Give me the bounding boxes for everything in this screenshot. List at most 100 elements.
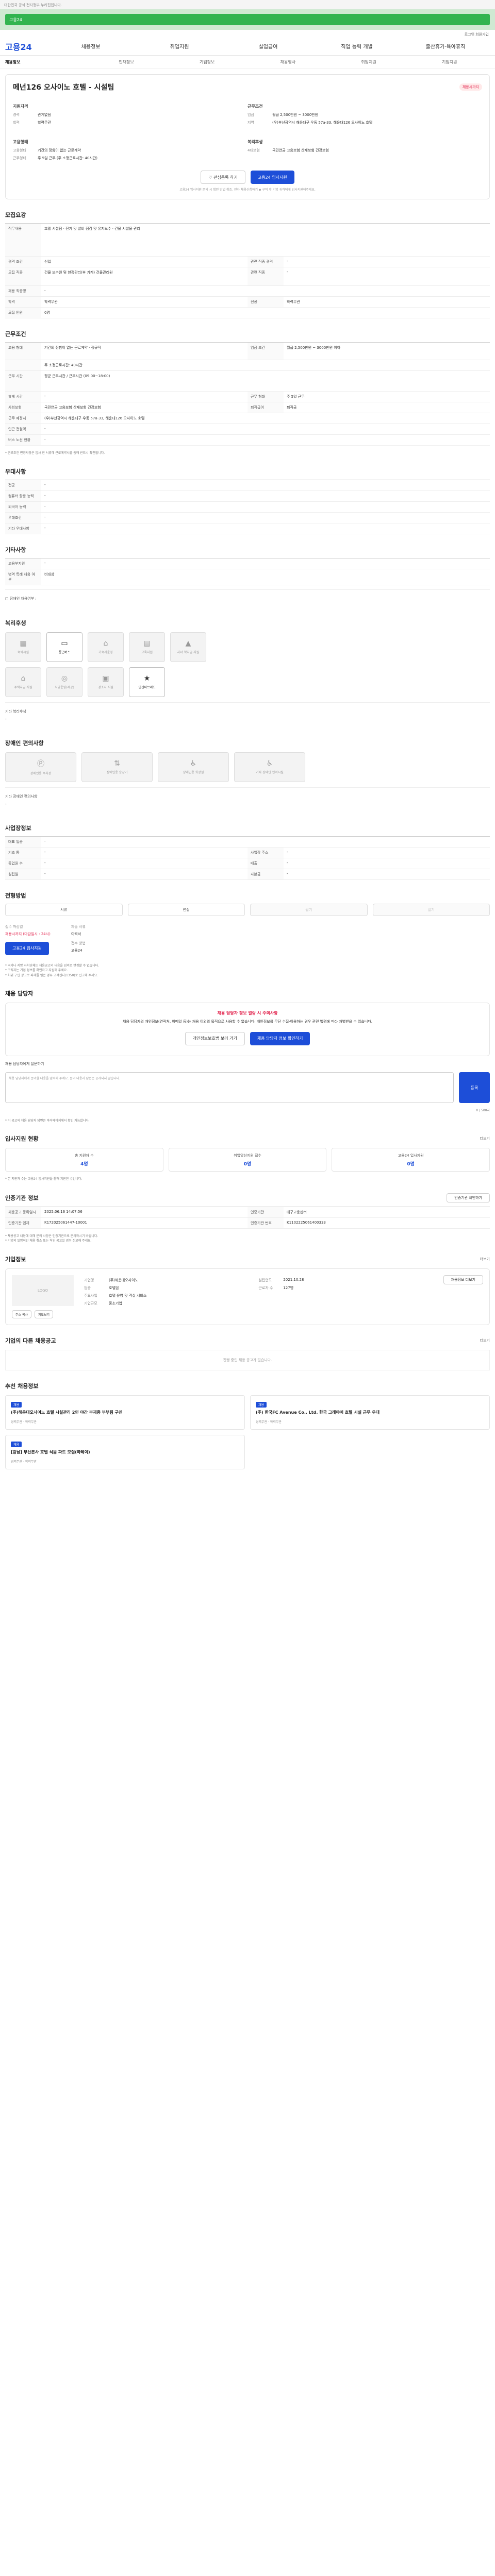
welfare-item: ▣ 경조사 지원 (88, 667, 124, 697)
recommend-tag: 채용 (11, 1442, 22, 1448)
gnb-item-leave[interactable]: 출산휴가·육아휴직 (401, 42, 490, 50)
welfare-label: 인센티브제도 (138, 686, 156, 690)
inquiry-textarea[interactable]: 채용 담당자에게 문의할 내용을 입력해 주세요. 문의 내용과 답변은 공개되… (5, 1072, 454, 1104)
condition-title: 근무조건 (5, 331, 26, 337)
others-empty: 진행 중인 채용 공고가 없습니다. (5, 1350, 490, 1371)
apply-button-2[interactable]: 고용24 입사지원 (5, 941, 49, 955)
condition-foot: * 근로조건 변경사항은 입사 전 서류에 근로계약서를 통해 반드시 확인합니… (5, 451, 105, 455)
table-key: 직무내용 (5, 224, 41, 256)
privacy-law-button[interactable]: 개인정보보호법 보러 가기 (185, 1031, 245, 1045)
table-key: 휴게 시간 (5, 392, 41, 402)
company-value: 호텔 운영 및 객실 서비스 (109, 1294, 147, 1298)
inquiry-submit-button[interactable]: 등록 (459, 1072, 490, 1104)
recommend-card[interactable]: 채용 (주)해운대오사이노 호텔 시설관리 2인 야간 부재중 부부팀 구인 경… (5, 1395, 245, 1430)
recruit-heading: 지원자격 (13, 104, 28, 109)
table-value: 퇴직금 (287, 405, 297, 410)
lnb-item-jobs[interactable]: 채용정보 (5, 59, 86, 65)
table-value: 주 소정근로시간: 40시간 (44, 363, 82, 367)
parking-icon: Ⓟ (37, 760, 44, 769)
method-row: 서류 면접 필기 실기 (5, 903, 490, 916)
apply-button[interactable]: 고용24 입사지원 (250, 171, 294, 184)
disabled-note: 기타 장애인 편의사항 - (5, 787, 490, 812)
status-more-link[interactable]: 더보기 (480, 1136, 490, 1141)
table-key (5, 360, 41, 370)
interest-button[interactable]: ♡ 관심등록 하기 (201, 171, 245, 184)
lnb-item-event[interactable]: 채용행사 (248, 59, 328, 65)
table-key: 기초 통 (5, 847, 41, 858)
disabled-title: 장애인 편의사항 (5, 739, 44, 747)
lnb-item-talent[interactable]: 인재정보 (86, 59, 167, 65)
company-card: LOGO 주소 복사 지도보기 기업명 (주)해운대오사이노 설립연도 2021.10… (5, 1268, 490, 1326)
table-value: - (44, 437, 46, 442)
welfare-label: 경조사 지원 (98, 686, 113, 690)
table-key: 인근 전철역 (5, 424, 41, 434)
company-jobs-button[interactable]: 채용정보 더보기 (443, 1275, 483, 1285)
special-title: 기타사항 (5, 546, 26, 553)
welfare-label: 주택자금 지원 (14, 686, 32, 690)
welfare-item: ★ 인센티브제도 (129, 667, 165, 697)
utility-menu[interactable]: 로그인 회원가입 (0, 30, 495, 37)
workplace-table: 대표 업종 - 기초 통 - 사업장 주소 - 종업원 수 - 매출 - 설립일 - 자본금 - (5, 836, 490, 880)
summary-value: 관계없음 (38, 113, 51, 117)
utility-text[interactable]: 로그인 회원가입 (465, 32, 489, 37)
disabled-note-value: - (5, 802, 7, 806)
global-nav: 고용24 채용정보 취업지원 실업급여 직업 능력 개발 출산휴가·육아휴직 (0, 37, 495, 56)
table-value: 0명 (44, 311, 50, 315)
company-key: 업종 (84, 1286, 91, 1291)
recommend-title: 추천 채용정보 (5, 1383, 39, 1390)
info-header: 인증기관 정보 인증기관 확인하기 (5, 1193, 490, 1202)
disabled-item: ♿ 장애인용 화장실 (158, 752, 229, 782)
table-key: 근무 형태 (248, 392, 284, 402)
status-row: 총 지원자 수 4명 취업알선지원 접수 0명 고용24 입사지원 0명 (5, 1148, 490, 1172)
note-line: * 국가나 지방 자치단체는 채용공고의 내용을 임의로 변경할 수 없습니다. (5, 963, 100, 968)
table-key: 채용 직종명 (5, 286, 41, 296)
company-logo: LOGO (12, 1275, 74, 1307)
top-banner: 고용24 (0, 9, 495, 30)
info-notes: * 채용공고 내용에 대해 문의 사항은 인증기관으로 문의하시기 바랍니다. … (5, 1234, 490, 1244)
summary-key: 경력 (13, 113, 20, 117)
table-value: - (44, 850, 46, 854)
company-more-link[interactable]: 더보기 (480, 1257, 490, 1262)
gov-notice-text: 대한민국 공식 전자정부 누리집입니다. (4, 3, 62, 7)
apply-deadline-key: 접수 마감일 (5, 924, 23, 929)
welfare-note-heading: 기타 복리후생 (5, 709, 26, 714)
summary-value: 주 5일 근무 (주 소정근로시간: 40시간) (38, 156, 98, 160)
manager-info-button[interactable]: 채용 담당자 정보 확인하기 (250, 1031, 310, 1045)
map-button[interactable]: 지도보기 (35, 1310, 54, 1319)
lnb-item-support[interactable]: 취업지원 (328, 59, 409, 65)
recommend-card[interactable]: 채용 (주) 한국FC Avenue Co., Ltd. 한국 그래야이 호텔 … (250, 1395, 490, 1430)
company-value: 호텔업 (109, 1286, 119, 1291)
company-value: 127명 (283, 1286, 294, 1291)
special-table: 고용부지원 - 병역 특례 채용 여부 비대상 (5, 557, 490, 585)
table-value: 주 5일 근무 (287, 395, 305, 399)
table-value: - (287, 860, 288, 865)
lnb-item-company[interactable]: 기업정보 (167, 59, 248, 65)
note-line: * 허위 구인 광고로 피해를 입은 경우 고객센터(1350)로 신고해 주세… (5, 973, 98, 977)
recommend-card[interactable]: 채용 [강남] 부산본사 호텔 식음 파트 모집(하레이) 경력무관 · 학력무… (5, 1435, 245, 1470)
gnb-item-benefit[interactable]: 실업급여 (224, 42, 312, 50)
table-value: 학력무관 (44, 300, 58, 304)
interest-label: 관심등록 하기 (213, 175, 238, 180)
table-value: - (44, 493, 46, 498)
summary-value: 학력무관 (38, 121, 51, 125)
lnb-item-corp[interactable]: 기업지원 (409, 59, 490, 65)
welfare-item: ⌂ 기숙사운영 (88, 632, 124, 662)
bus-icon: ▭ (61, 639, 68, 648)
others-more-link[interactable]: 더보기 (480, 1338, 490, 1343)
info-check-button[interactable]: 인증기관 확인하기 (447, 1193, 490, 1202)
table-value: K1102225061400333 (287, 1220, 326, 1225)
company-key: 주요사업 (84, 1294, 97, 1298)
recommend-card-title: (주)해운대오사이노 호텔 시설관리 2인 야간 부재중 부부팀 구인 (11, 1410, 123, 1415)
banner-inner[interactable]: 고용24 (5, 14, 490, 25)
copy-address-button[interactable]: 주소 복사 (12, 1310, 31, 1319)
table-key: 모집 인원 (5, 308, 41, 318)
gnb-item-jobs[interactable]: 채용정보 (46, 42, 135, 50)
welfare-label: 숙박시설 (17, 651, 29, 655)
gnb-item-training[interactable]: 직업 능력 개발 (312, 42, 401, 50)
welfare-label: 자녀 학자금 지원 (177, 651, 200, 655)
table-value: - (44, 515, 46, 519)
site-logo[interactable]: 고용24 (5, 40, 46, 53)
company-value: 2021.10.28 (283, 1278, 304, 1282)
info-title: 인증기관 정보 (5, 1194, 39, 1201)
gnb-item-support[interactable]: 취업지원 (135, 42, 224, 50)
